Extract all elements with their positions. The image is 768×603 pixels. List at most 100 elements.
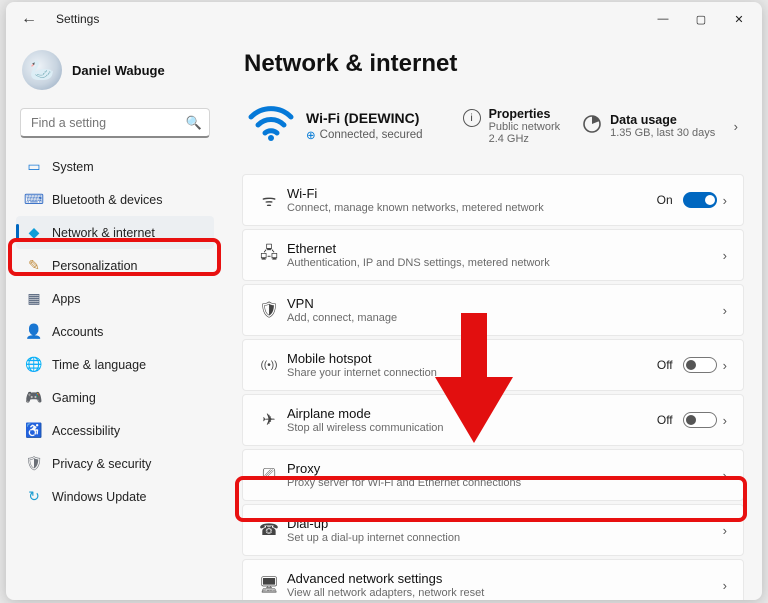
maximize-button[interactable]: ▢ (682, 5, 720, 33)
card-vpn[interactable]: 🛡 VPN Add, connect, manage › (242, 284, 744, 336)
hotspot-icon: ((•)) (251, 360, 287, 371)
system-icon: ▭ (26, 159, 42, 175)
card-dialup[interactable]: ☎ Dial-up Set up a dial-up internet conn… (242, 504, 744, 556)
sidebar-item-label: Gaming (52, 391, 96, 405)
settings-list: ᯤ Wi-Fi Connect, manage known networks, … (242, 174, 744, 600)
accounts-icon: 👤 (26, 324, 42, 340)
search-row: 🔍 (20, 108, 210, 138)
chevron-right-icon: › (723, 193, 733, 208)
sidebar-item-label: Time & language (52, 358, 146, 372)
net-block: Wi-Fi (DEEWINC) ⊕ Connected, secured (306, 110, 423, 142)
info-icon: i (463, 109, 481, 127)
card-title: Airplane mode (287, 406, 657, 421)
time-language-icon: 🌐 (26, 357, 42, 373)
toggle-label: Off (657, 358, 673, 372)
card-hotspot[interactable]: ((•)) Mobile hotspot Share your internet… (242, 339, 744, 391)
card-body: Advanced network settings View all netwo… (287, 563, 723, 600)
sidebar-item-label: Privacy & security (52, 457, 151, 471)
sidebar-item-label: Network & internet (52, 226, 155, 240)
chevron-right-icon: › (723, 578, 733, 593)
dialup-icon: ☎ (251, 520, 287, 540)
accessibility-icon: ♿ (26, 423, 42, 439)
sidebar-item-label: Accessibility (52, 424, 120, 438)
airplane-toggle[interactable] (683, 412, 717, 428)
network-status: ⊕ Connected, secured (306, 128, 423, 142)
card-body: Dial-up Set up a dial-up internet connec… (287, 508, 723, 552)
card-advanced[interactable]: 🖥 Advanced network settings View all net… (242, 559, 744, 600)
card-body: Airplane mode Stop all wireless communic… (287, 398, 657, 442)
card-subtitle: View all network adapters, network reset (287, 587, 723, 599)
chevron-right-icon: › (723, 413, 733, 428)
sidebar-item-bluetooth-devices[interactable]: ⌨ Bluetooth & devices (16, 183, 214, 216)
close-button[interactable]: ✕ (720, 5, 758, 33)
card-body: Proxy Proxy server for Wi-Fi and Etherne… (287, 453, 723, 497)
sidebar-item-apps[interactable]: ▦ Apps (16, 282, 214, 315)
data-usage-sub: 1.35 GB, last 30 days (610, 127, 715, 139)
card-body: Wi-Fi Connect, manage known networks, me… (287, 178, 657, 222)
card-body: VPN Add, connect, manage (287, 288, 723, 332)
wifi-toggle[interactable] (683, 192, 717, 208)
card-subtitle: Share your internet connection (287, 367, 657, 379)
card-body: Mobile hotspot Share your internet conne… (287, 343, 657, 387)
sidebar-item-time-language[interactable]: 🌐 Time & language (16, 348, 214, 381)
gaming-icon: 🎮 (26, 390, 42, 406)
properties-title: Properties (489, 107, 561, 121)
sidebar-item-personalization[interactable]: ✎Personalization (16, 249, 214, 282)
card-subtitle: Authentication, IP and DNS settings, met… (287, 257, 723, 269)
card-subtitle: Add, connect, manage (287, 312, 723, 324)
sidebar-item-accessibility[interactable]: ♿ Accessibility (16, 414, 214, 447)
card-title: VPN (287, 296, 723, 311)
sidebar-item-privacy-security[interactable]: 🛡 Privacy & security (16, 447, 214, 480)
bluetooth-icon: ⌨ (26, 192, 42, 208)
card-body: Ethernet Authentication, IP and DNS sett… (287, 233, 723, 277)
sidebar-item-network-internet[interactable]: ◆ Network & internet (16, 216, 214, 249)
card-title: Ethernet (287, 241, 723, 256)
update-icon: ↻ (26, 489, 42, 505)
advanced-icon: 🖥 (251, 575, 287, 595)
back-button[interactable]: ← (16, 6, 42, 32)
chevron-right-icon: › (723, 358, 733, 373)
sidebar-item-label: Personalization (52, 259, 137, 273)
main-panel: Network & internet Wi-Fi (DEEWINC) ⊕ Con… (222, 36, 762, 600)
network-icon: ◆ (26, 225, 42, 241)
properties-block[interactable]: i Properties Public network 2.4 GHz (463, 107, 561, 145)
titlebar: ← Settings — ▢ ✕ (6, 2, 762, 36)
card-title: Wi-Fi (287, 186, 657, 201)
card-title: Mobile hotspot (287, 351, 657, 366)
hotspot-toggle[interactable] (683, 357, 717, 373)
proxy-icon: ⎚ (251, 466, 287, 484)
data-usage-title: Data usage (610, 113, 715, 127)
toggle-label: Off (657, 413, 673, 427)
nav-list: ▭System ⌨ Bluetooth & devices ◆ Network & in… (16, 150, 214, 513)
data-usage-block[interactable]: Data usage 1.35 GB, last 30 days (582, 113, 715, 139)
card-title: Dial-up (287, 516, 723, 531)
page-title: Network & internet (244, 50, 744, 78)
search-icon: 🔍 (186, 115, 202, 131)
card-airplane[interactable]: ✈ Airplane mode Stop all wireless commun… (242, 394, 744, 446)
card-subtitle: Set up a dial-up internet connection (287, 532, 723, 544)
vpn-icon: 🛡 (251, 300, 287, 320)
card-wifi[interactable]: ᯤ Wi-Fi Connect, manage known networks, … (242, 174, 744, 226)
card-proxy[interactable]: ⎚ Proxy Proxy server for Wi-Fi and Ether… (242, 449, 744, 501)
sidebar-item-system[interactable]: ▭System (16, 150, 214, 183)
sidebar-item-label: Accounts (52, 325, 103, 339)
sidebar-item-windows-update[interactable]: ↻Windows Update (16, 480, 214, 513)
minimize-button[interactable]: — (644, 5, 682, 33)
card-ethernet[interactable]: 🖧 Ethernet Authentication, IP and DNS se… (242, 229, 744, 281)
card-subtitle: Stop all wireless communication (287, 422, 657, 434)
apps-icon: ▦ (26, 291, 42, 307)
chevron-right-icon: › (723, 303, 733, 318)
network-name: Wi-Fi (DEEWINC) (306, 110, 423, 126)
sidebar-item-label: Apps (52, 292, 81, 306)
sidebar-item-label: Bluetooth & devices (52, 193, 163, 207)
sidebar-item-gaming[interactable]: 🎮 Gaming (16, 381, 214, 414)
ethernet-icon: 🖧 (251, 242, 287, 269)
card-title: Proxy (287, 461, 723, 476)
user-name: Daniel Wabuge (72, 63, 165, 78)
status-card[interactable]: Wi-Fi (DEEWINC) ⊕ Connected, secured i P… (242, 92, 744, 160)
chevron-right-icon: › (723, 248, 733, 263)
privacy-icon: 🛡 (26, 456, 42, 472)
user-block[interactable]: 🦢 Daniel Wabuge (16, 46, 214, 102)
sidebar-item-accounts[interactable]: 👤 Accounts (16, 315, 214, 348)
search-input[interactable] (20, 108, 210, 138)
